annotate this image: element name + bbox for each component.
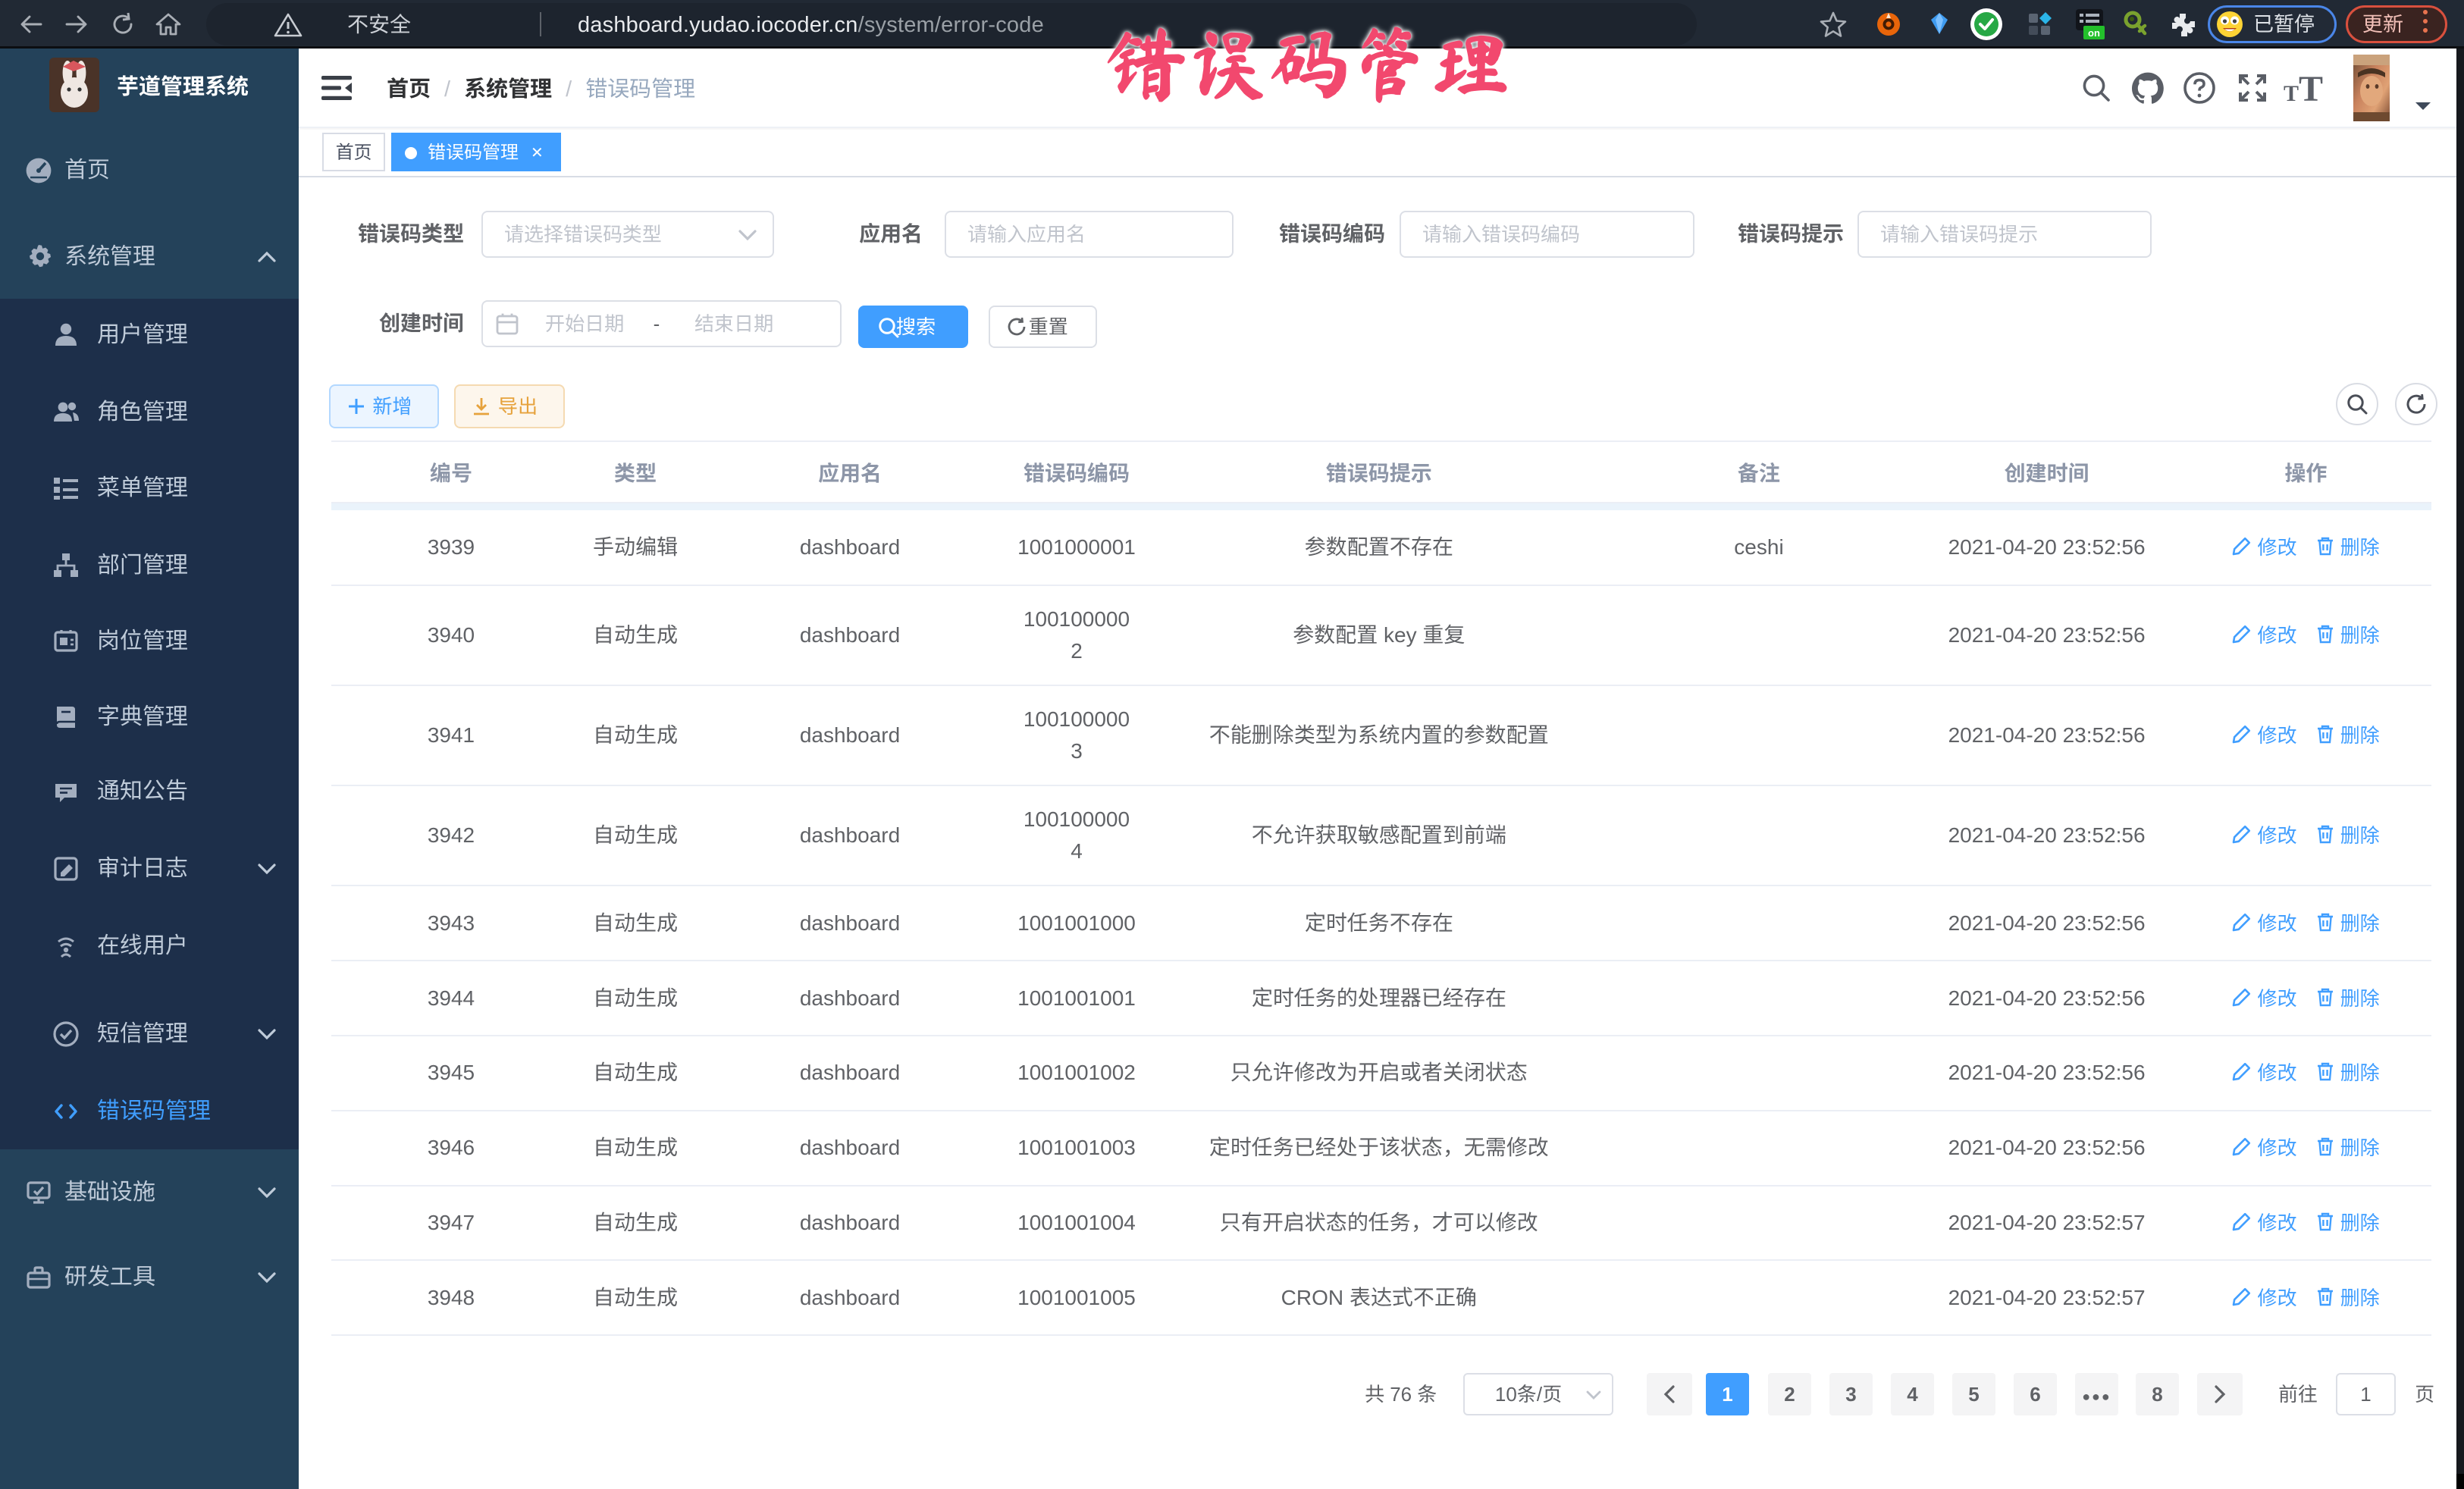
svg-text:on: on <box>2088 27 2100 39</box>
